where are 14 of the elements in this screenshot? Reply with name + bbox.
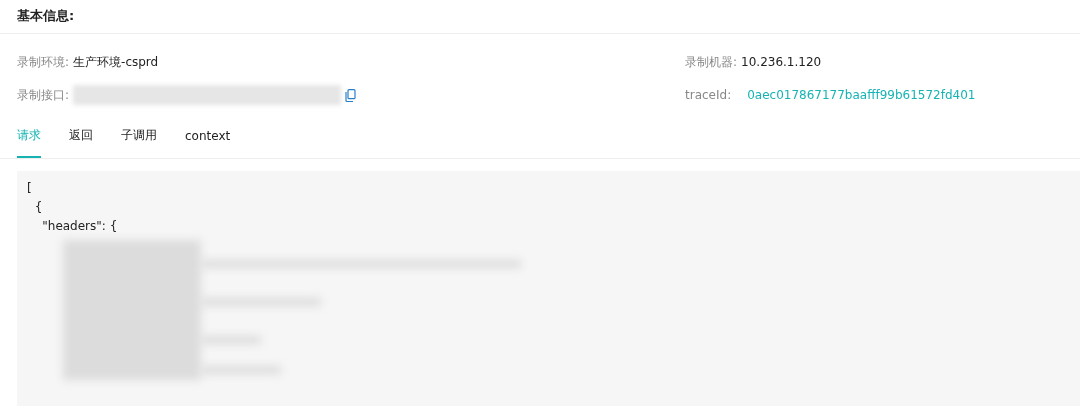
field-label: 录制环境: <box>17 53 70 71</box>
field-label: 录制接口: <box>17 86 70 104</box>
field-label: traceId: <box>685 88 732 102</box>
code-line: "headers": { <box>41 218 119 235</box>
field-label: 录制机器: <box>685 53 738 71</box>
section-title: 基本信息: <box>0 0 1080 34</box>
tab[interactable]: context <box>185 127 231 158</box>
field-value: 10.236.1.120 <box>741 55 822 69</box>
tab[interactable]: 返回 <box>69 127 93 158</box>
code-line: { <box>33 199 44 216</box>
field-value: 生产环境-csprd <box>73 53 159 71</box>
tab[interactable]: 子调用 <box>121 127 157 158</box>
code-line: [ <box>27 180 33 197</box>
copy-icon[interactable] <box>345 88 357 102</box>
